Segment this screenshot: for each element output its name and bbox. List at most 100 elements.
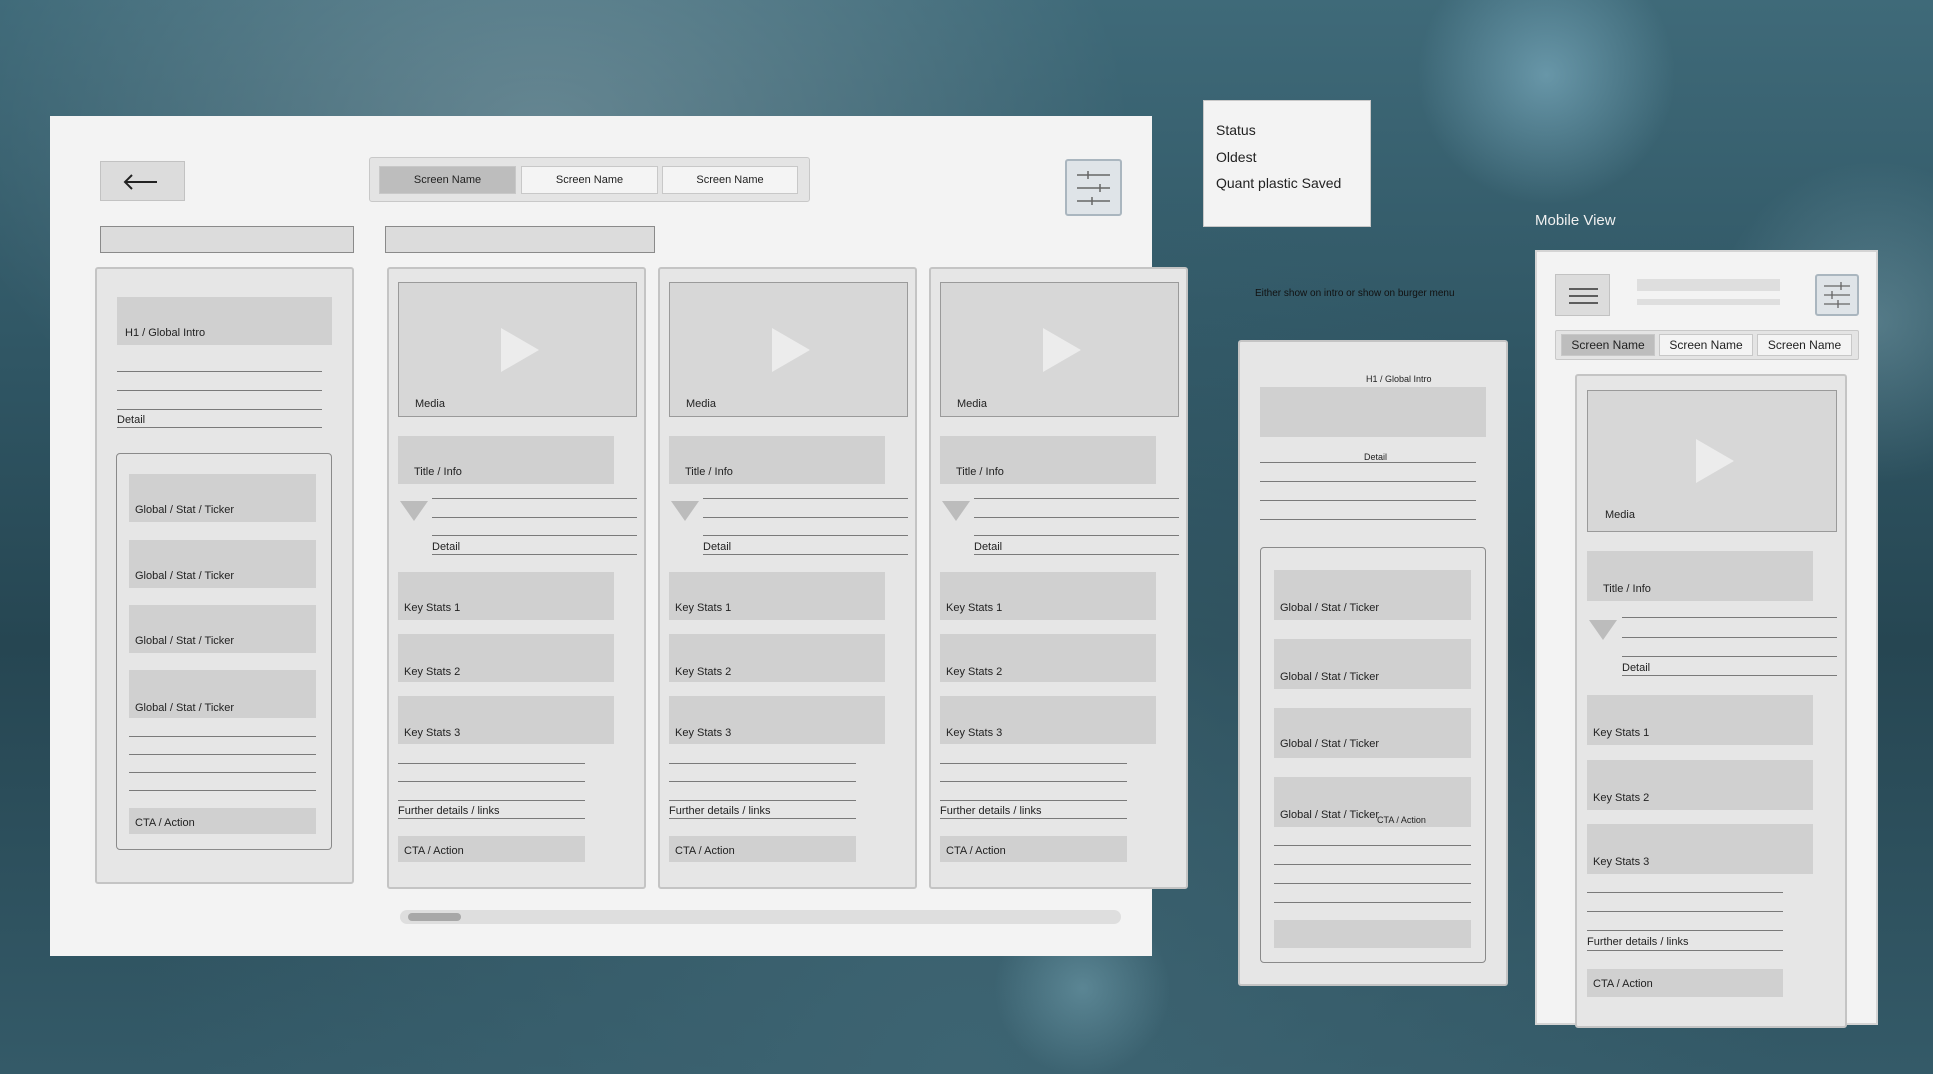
intro-panel: H1 / Global Intro Detail Global / Stat /… bbox=[95, 267, 354, 884]
intro-cta-button[interactable]: CTA / Action bbox=[129, 808, 316, 834]
cta-label: CTA / Action bbox=[1593, 978, 1653, 990]
card-title-block: Title / Info bbox=[669, 436, 885, 484]
further-details-link[interactable]: Further details / links bbox=[669, 805, 770, 817]
horizontal-scrollbar[interactable] bbox=[400, 910, 1121, 924]
back-button[interactable] bbox=[100, 161, 185, 201]
filter-button[interactable] bbox=[1065, 159, 1122, 216]
divider bbox=[432, 517, 637, 518]
play-icon bbox=[1696, 439, 1734, 483]
mobile-further-link[interactable]: Further details / links bbox=[1587, 936, 1688, 948]
content-card: Media Title / Info Detail Key Stats 1 Ke… bbox=[658, 267, 917, 889]
mobile-detail: Detail bbox=[1622, 662, 1651, 674]
note-text: Either show on intro or show on burger m… bbox=[1255, 288, 1455, 299]
key-stat-card: Key Stats 2 bbox=[940, 634, 1156, 682]
tab-screen-1[interactable]: Screen Name bbox=[379, 166, 516, 194]
sliders-icon bbox=[1077, 171, 1110, 205]
card-cta-button[interactable]: CTA / Action bbox=[669, 836, 856, 862]
option-status[interactable]: Status bbox=[1216, 122, 1256, 138]
burger-panel: H1 / Global Intro Detail Global / Stat /… bbox=[1238, 340, 1508, 986]
burger-menu-button[interactable] bbox=[1555, 274, 1610, 316]
ticker-card: Global / Stat / Ticker bbox=[129, 540, 316, 588]
key-stat-card: Key Stats 1 bbox=[1587, 695, 1813, 745]
key-stat-card: Key Stats 2 bbox=[1587, 760, 1813, 810]
mobile-tab-2[interactable]: Screen Name bbox=[1659, 334, 1753, 356]
play-icon bbox=[772, 328, 810, 372]
card-cta-button[interactable]: CTA / Action bbox=[398, 836, 585, 862]
intro-title: H1 / Global Intro bbox=[125, 327, 206, 339]
card-title-block: Title / Info bbox=[940, 436, 1156, 484]
mobile-tab-3[interactable]: Screen Name bbox=[1757, 334, 1852, 356]
expand-icon[interactable] bbox=[400, 501, 428, 521]
filter-dropdown: Status Oldest Quant plastic Saved bbox=[1203, 100, 1371, 227]
divider bbox=[974, 554, 1179, 555]
key-stat-card: Key Stats 3 bbox=[1587, 824, 1813, 874]
card-media[interactable]: Media bbox=[940, 282, 1179, 417]
key-stat-card: Key Stats 1 bbox=[940, 572, 1156, 620]
divider bbox=[703, 517, 908, 518]
further-details-link[interactable]: Further details / links bbox=[398, 805, 499, 817]
option-oldest[interactable]: Oldest bbox=[1216, 149, 1256, 165]
media-label: Media bbox=[1605, 509, 1635, 521]
title-label: Title / Info bbox=[414, 466, 462, 478]
divider bbox=[974, 535, 1179, 536]
card-media[interactable]: Media bbox=[398, 282, 637, 417]
divider bbox=[398, 763, 585, 764]
tab-screen-2[interactable]: Screen Name bbox=[521, 166, 658, 194]
key-stat-card: Key Stats 3 bbox=[398, 696, 614, 744]
tab-screen-3[interactable]: Screen Name bbox=[662, 166, 798, 194]
burger-title-block bbox=[1260, 387, 1486, 437]
divider bbox=[703, 535, 908, 536]
stat-label: Key Stats 3 bbox=[1593, 856, 1650, 868]
ticker-card: Global / Stat / Ticker bbox=[1274, 570, 1471, 620]
divider bbox=[1274, 902, 1471, 903]
divider bbox=[1260, 519, 1476, 520]
title-label: Title / Info bbox=[1603, 583, 1651, 595]
mobile-tab-1[interactable]: Screen Name bbox=[1561, 334, 1655, 356]
divider bbox=[974, 498, 1179, 499]
expand-icon[interactable] bbox=[942, 501, 970, 521]
content-card: Media Title / Info Detail Key Stats 1 Ke… bbox=[387, 267, 646, 889]
mobile-cta-button[interactable]: CTA / Action bbox=[1587, 969, 1783, 997]
cta-label: CTA / Action bbox=[135, 817, 195, 829]
card-cta-button[interactable]: CTA / Action bbox=[940, 836, 1127, 862]
divider bbox=[432, 554, 637, 555]
divider bbox=[1260, 462, 1476, 463]
ticker-label: Global / Stat / Ticker bbox=[135, 504, 235, 516]
media-label: Media bbox=[415, 398, 445, 410]
scrollbar-thumb[interactable] bbox=[408, 913, 461, 921]
burger-ticker-group: Global / Stat / Ticker Global / Stat / T… bbox=[1260, 547, 1486, 963]
search-bar-left[interactable] bbox=[100, 226, 354, 253]
ticker-card: Global / Stat / Ticker bbox=[1274, 777, 1471, 827]
divider bbox=[432, 498, 637, 499]
divider bbox=[432, 535, 637, 536]
menu-icon bbox=[1569, 288, 1598, 304]
divider bbox=[1274, 845, 1471, 846]
search-bar-right[interactable] bbox=[385, 226, 655, 253]
mobile-filter-button[interactable] bbox=[1815, 274, 1859, 316]
mobile-card: Media Title / Info Detail Key Stats 1 Ke… bbox=[1575, 374, 1847, 1028]
card-media[interactable]: Media bbox=[669, 282, 908, 417]
expand-icon[interactable] bbox=[1589, 620, 1617, 640]
stat-label: Key Stats 1 bbox=[675, 602, 732, 614]
divider bbox=[117, 409, 322, 410]
divider bbox=[1622, 656, 1837, 657]
ticker-label: Global / Stat / Ticker bbox=[1280, 671, 1380, 683]
expand-icon[interactable] bbox=[671, 501, 699, 521]
further-details-link[interactable]: Further details / links bbox=[940, 805, 1041, 817]
divider bbox=[669, 781, 856, 782]
divider bbox=[1260, 500, 1476, 501]
detail-label: Detail bbox=[703, 541, 732, 553]
divider bbox=[1622, 617, 1837, 618]
ticker-label: Global / Stat / Ticker bbox=[135, 570, 235, 582]
ticker-card: Global / Stat / Ticker bbox=[1274, 708, 1471, 758]
mobile-media[interactable]: Media bbox=[1587, 390, 1837, 532]
stat-label: Key Stats 2 bbox=[946, 666, 1003, 678]
title-label: Title / Info bbox=[685, 466, 733, 478]
burger-intro-title: H1 / Global Intro bbox=[1366, 374, 1432, 384]
play-icon bbox=[1043, 328, 1081, 372]
sliders-icon bbox=[1824, 282, 1850, 308]
option-quant-plastic-saved[interactable]: Quant plastic Saved bbox=[1216, 175, 1341, 191]
burger-cta-button[interactable] bbox=[1274, 920, 1471, 948]
arrow-left-icon bbox=[123, 174, 157, 190]
ticker-group: Global / Stat / Ticker Global / Stat / T… bbox=[116, 453, 332, 850]
